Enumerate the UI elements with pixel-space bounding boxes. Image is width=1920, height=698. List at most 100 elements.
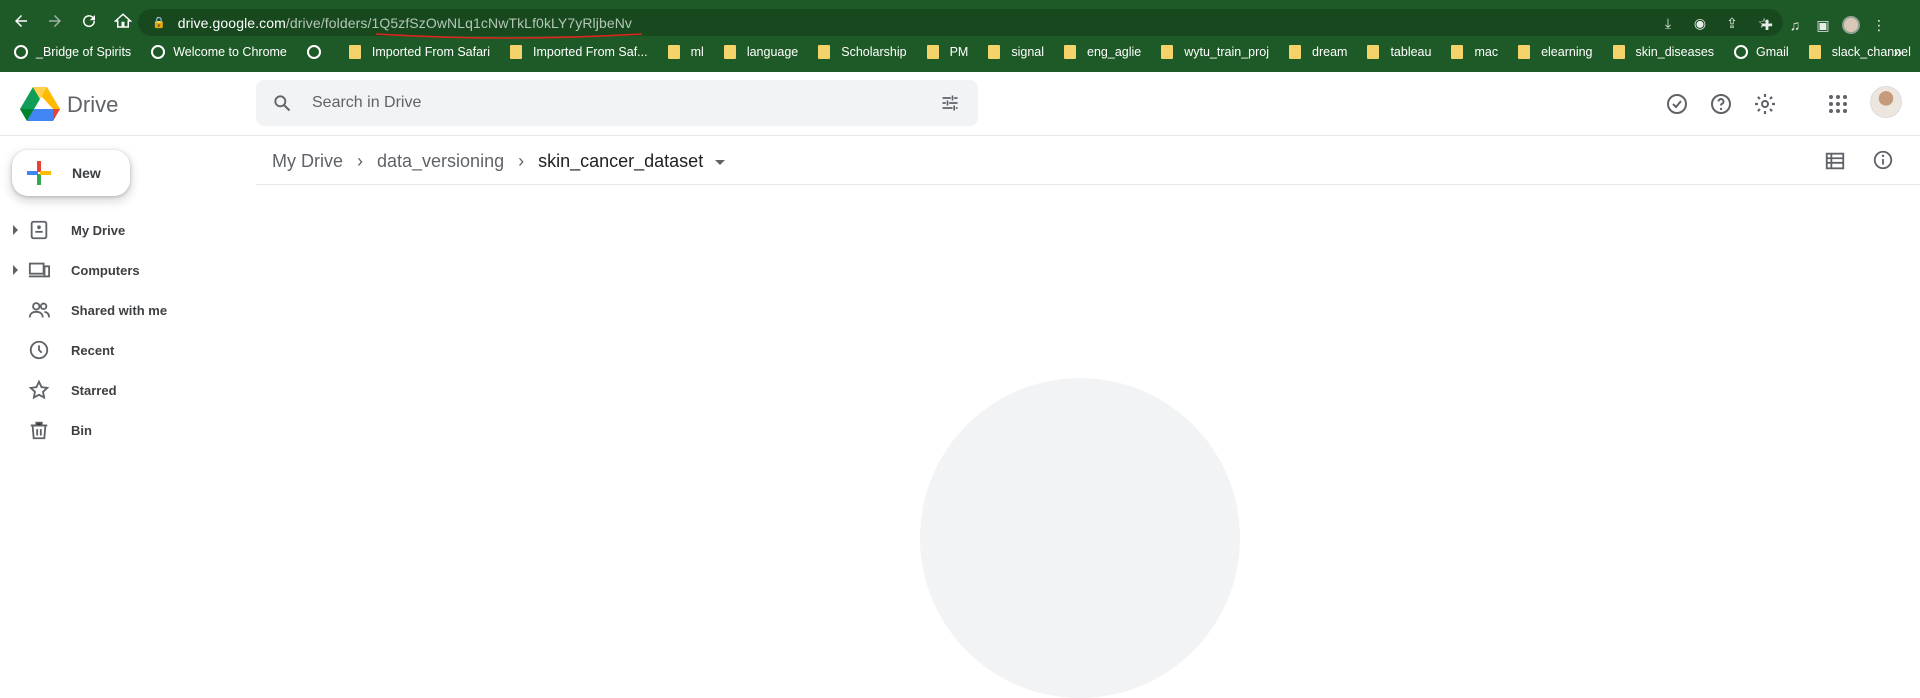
folder-menu-dropdown-icon[interactable] bbox=[715, 159, 726, 165]
new-button[interactable]: New bbox=[12, 150, 130, 196]
extensions-icon[interactable]: ✚ bbox=[1758, 16, 1776, 34]
clock-icon bbox=[28, 339, 50, 361]
share-icon[interactable]: ⇪ bbox=[1723, 14, 1741, 32]
bookmark-item[interactable]: ml bbox=[667, 45, 704, 59]
address-bar[interactable]: 🔒 drive.google.com/drive/folders/1Q5zfSz… bbox=[138, 9, 1783, 39]
bookmark-label: Imported From Safari bbox=[371, 45, 490, 59]
home-button[interactable] bbox=[110, 8, 136, 34]
apps-grid-icon[interactable] bbox=[1826, 92, 1850, 116]
plus-icon bbox=[27, 161, 51, 185]
folder-icon bbox=[1161, 45, 1174, 59]
breadcrumb-item[interactable]: skin_cancer_dataset bbox=[538, 151, 703, 172]
trash-icon bbox=[28, 419, 50, 441]
search-options-icon[interactable] bbox=[940, 93, 960, 113]
sidebar-item-bin[interactable]: Bin bbox=[0, 410, 250, 450]
folder-icon bbox=[667, 45, 680, 59]
bookmark-label: ml bbox=[690, 45, 704, 59]
my-drive-icon bbox=[28, 219, 50, 241]
reload-button[interactable] bbox=[76, 8, 102, 34]
side-panel-icon[interactable]: ▣ bbox=[1814, 16, 1832, 34]
sidebar-item-computers[interactable]: Computers bbox=[0, 250, 250, 290]
info-icon[interactable] bbox=[1872, 149, 1894, 171]
globe-icon bbox=[1734, 45, 1749, 59]
chevron-right-icon: › bbox=[357, 150, 363, 171]
bookmark-item[interactable]: mac bbox=[1451, 45, 1498, 59]
bookmark-item[interactable] bbox=[306, 45, 329, 59]
globe-icon bbox=[151, 45, 166, 59]
bookmark-item[interactable]: language bbox=[723, 45, 798, 59]
list-view-icon[interactable] bbox=[1824, 150, 1846, 172]
bookmarks-bar: _Bridge of Spirits Welcome to Chrome Impor… bbox=[0, 40, 1920, 64]
sidebar-item-starred[interactable]: Starred bbox=[0, 370, 250, 410]
bookmark-item[interactable]: Imported From Safari bbox=[348, 45, 490, 59]
shared-icon bbox=[28, 299, 50, 321]
app-name: Drive bbox=[67, 92, 119, 117]
omnibox-actions: ⤓ ◉ ⇪ ☆ bbox=[1659, 14, 1773, 32]
bookmark-item[interactable]: elearning bbox=[1518, 45, 1593, 59]
computer-icon bbox=[28, 259, 50, 281]
bookmark-item[interactable]: Welcome to Chrome bbox=[151, 45, 287, 59]
bookmarks-overflow-button[interactable]: » bbox=[1894, 44, 1902, 61]
account-avatar[interactable] bbox=[1870, 86, 1902, 118]
bookmark-item[interactable]: dream bbox=[1289, 45, 1347, 59]
expand-arrow-icon[interactable] bbox=[13, 265, 18, 275]
folder-icon bbox=[818, 45, 831, 59]
expand-arrow-icon[interactable] bbox=[13, 225, 18, 235]
bookmark-item[interactable]: signal bbox=[988, 45, 1044, 59]
bookmark-label: signal bbox=[1011, 45, 1045, 59]
breadcrumb-item[interactable]: My Drive bbox=[272, 151, 343, 172]
sidebar-item-shared-with-me[interactable]: Shared with me bbox=[0, 290, 250, 330]
eye-icon[interactable]: ◉ bbox=[1691, 14, 1709, 32]
bookmark-label: tableau bbox=[1390, 45, 1432, 59]
bookmark-item[interactable]: tableau bbox=[1367, 45, 1431, 59]
breadcrumb-divider bbox=[256, 184, 1920, 185]
folder-icon bbox=[1367, 45, 1380, 59]
sidebar-item-label: Shared with me bbox=[71, 302, 168, 318]
globe-icon bbox=[14, 45, 28, 59]
empty-folder-illustration bbox=[920, 378, 1240, 698]
media-control-icon[interactable]: ♫ bbox=[1786, 16, 1804, 34]
sidebar-item-recent[interactable]: Recent bbox=[0, 330, 250, 370]
breadcrumb-item[interactable]: data_versioning bbox=[377, 151, 504, 172]
reload-icon bbox=[83, 15, 96, 28]
url-text[interactable]: drive.google.com/drive/folders/1Q5zfSzOw… bbox=[178, 15, 642, 39]
drive-header: Drive bbox=[0, 72, 1920, 136]
address-row: 🔒 drive.google.com/drive/folders/1Q5zfSz… bbox=[0, 6, 1920, 39]
home-icon bbox=[114, 13, 132, 28]
bookmark-item[interactable]: Scholarship bbox=[818, 45, 907, 59]
bookmark-item[interactable]: _Bridge of Spirits bbox=[14, 45, 131, 59]
settings-gear-icon[interactable] bbox=[1753, 92, 1777, 116]
bookmark-item[interactable]: skin_diseases bbox=[1612, 45, 1715, 59]
bookmark-item[interactable]: wytu_train_proj bbox=[1161, 45, 1269, 59]
arrow-right-icon bbox=[49, 15, 61, 27]
folder-icon bbox=[348, 45, 361, 59]
menu-dots-icon[interactable]: ⋮ bbox=[1870, 16, 1888, 34]
back-button[interactable] bbox=[8, 8, 34, 34]
bookmark-label: eng_aglie bbox=[1087, 45, 1142, 59]
bookmark-item[interactable]: PM bbox=[926, 45, 968, 59]
offline-ready-icon[interactable] bbox=[1665, 92, 1689, 116]
bookmark-label: Imported From Saf... bbox=[532, 45, 648, 59]
drive-logo-icon[interactable] bbox=[20, 87, 60, 121]
bookmark-label: wytu_train_proj bbox=[1184, 45, 1269, 59]
search-input[interactable] bbox=[312, 80, 872, 126]
folder-icon bbox=[723, 45, 736, 59]
bookmark-item[interactable]: Gmail bbox=[1734, 45, 1789, 59]
sidebar-item-my-drive[interactable]: My Drive bbox=[0, 210, 250, 250]
profile-avatar[interactable] bbox=[1842, 16, 1860, 34]
bookmark-label: Welcome to Chrome bbox=[173, 45, 287, 59]
forward-button[interactable] bbox=[42, 8, 68, 34]
folder-icon bbox=[1808, 45, 1821, 59]
lock-icon: 🔒 bbox=[152, 17, 166, 29]
sidebar-item-label: My Drive bbox=[71, 222, 126, 238]
browser-frame: 🔒 drive.google.com/drive/folders/1Q5zfSz… bbox=[0, 0, 1920, 72]
bookmark-item[interactable]: eng_aglie bbox=[1064, 45, 1141, 59]
bookmark-item[interactable]: Imported From Saf... bbox=[509, 45, 648, 59]
help-icon[interactable] bbox=[1709, 92, 1733, 116]
folder-icon bbox=[1451, 45, 1464, 59]
sidebar-item-label: Recent bbox=[71, 342, 115, 358]
install-app-icon[interactable]: ⤓ bbox=[1659, 14, 1677, 32]
arrow-left-icon bbox=[15, 15, 27, 27]
bookmark-label: skin_diseases bbox=[1635, 45, 1715, 59]
search-icon[interactable] bbox=[272, 93, 292, 113]
